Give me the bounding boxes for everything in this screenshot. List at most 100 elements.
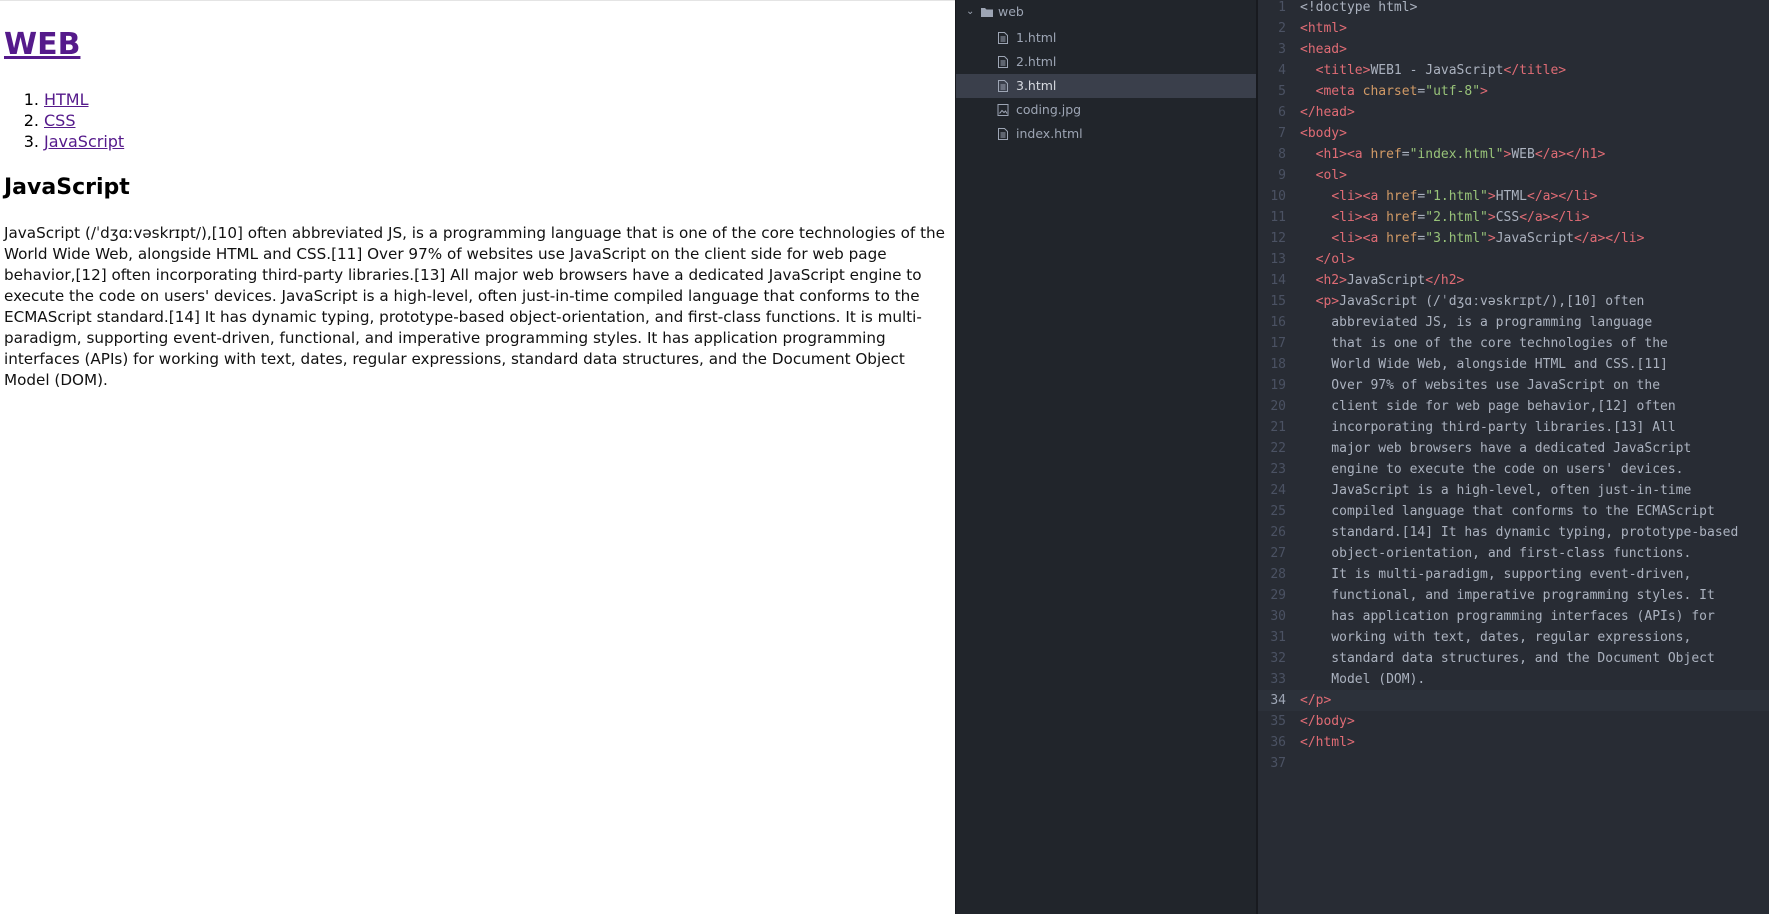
- tree-file-label: 2.html: [1016, 54, 1057, 69]
- line-number: 37: [1270, 756, 1286, 771]
- file-icon: [998, 56, 1008, 68]
- code-text: working with text, dates, regular expres…: [1300, 630, 1692, 645]
- code-line[interactable]: 28 It is multi-paradigm, supporting even…: [1258, 564, 1769, 585]
- line-number: 22: [1270, 441, 1286, 456]
- tree-file-label: index.html: [1016, 126, 1083, 141]
- code-line[interactable]: 19 Over 97% of websites use JavaScript o…: [1258, 375, 1769, 396]
- code-line[interactable]: 31 working with text, dates, regular exp…: [1258, 627, 1769, 648]
- line-number: 36: [1270, 735, 1286, 750]
- code-line[interactable]: 18 World Wide Web, alongside HTML and CS…: [1258, 354, 1769, 375]
- code-line[interactable]: 16 abbreviated JS, is a programming lang…: [1258, 312, 1769, 333]
- line-number: 1: [1278, 0, 1286, 15]
- tree-file-label: 3.html: [1016, 78, 1057, 93]
- code-line[interactable]: 37: [1258, 753, 1769, 774]
- code-editor[interactable]: 1 <!doctype html> 2 <html> 3 <head> 4 <title>W…: [1258, 0, 1769, 914]
- code-line[interactable]: 10 <li><a href="1.html">HTML</a></li>: [1258, 186, 1769, 207]
- tree-file-item[interactable]: 2.html: [956, 50, 1256, 74]
- code-text: </body>: [1300, 714, 1355, 729]
- line-number: 4: [1278, 63, 1286, 78]
- code-line[interactable]: 21 incorporating third-party libraries.[…: [1258, 417, 1769, 438]
- line-number: 26: [1270, 525, 1286, 540]
- code-line[interactable]: 20 client side for web page behavior,[12…: [1258, 396, 1769, 417]
- code-line[interactable]: 1 <!doctype html>: [1258, 0, 1769, 18]
- tree-file-item[interactable]: coding.jpg: [956, 98, 1256, 122]
- home-link[interactable]: WEB: [4, 27, 80, 62]
- code-line[interactable]: 32 standard data structures, and the Doc…: [1258, 648, 1769, 669]
- line-number: 29: [1270, 588, 1286, 603]
- line-number: 9: [1278, 168, 1286, 183]
- tree-file-item[interactable]: 3.html: [956, 74, 1256, 98]
- code-line[interactable]: 35 </body>: [1258, 711, 1769, 732]
- code-text: functional, and imperative programming s…: [1300, 588, 1715, 603]
- line-number: 17: [1270, 336, 1286, 351]
- code-line[interactable]: 34 </p>: [1258, 690, 1769, 711]
- nav-link-html[interactable]: HTML: [44, 90, 89, 109]
- list-number: 1.: [23, 90, 39, 109]
- code-line[interactable]: 15 <p>JavaScript (/ˈdʒɑːvəskrɪpt/),[10] …: [1258, 291, 1769, 312]
- code-text: <html>: [1300, 21, 1347, 36]
- code-line[interactable]: 11 <li><a href="2.html">CSS</a></li>: [1258, 207, 1769, 228]
- code-line[interactable]: 8 <h1><a href="index.html">WEB</a></h1>: [1258, 144, 1769, 165]
- code-text: Over 97% of websites use JavaScript on t…: [1300, 378, 1661, 393]
- line-number: 7: [1278, 126, 1286, 141]
- nav-item: 3. JavaScript: [22, 131, 124, 152]
- tree-file-item[interactable]: 1.html: [956, 26, 1256, 50]
- line-number: 31: [1270, 630, 1286, 645]
- code-line[interactable]: 7 <body>: [1258, 123, 1769, 144]
- code-line[interactable]: 29 functional, and imperative programmin…: [1258, 585, 1769, 606]
- code-line[interactable]: 23 engine to execute the code on users' …: [1258, 459, 1769, 480]
- section-title: JavaScript: [4, 175, 130, 200]
- line-number: 28: [1270, 567, 1286, 582]
- code-text: engine to execute the code on users' dev…: [1300, 462, 1684, 477]
- code-text: </ol>: [1315, 252, 1355, 267]
- code-line[interactable]: 30 has application programming interface…: [1258, 606, 1769, 627]
- line-number: 15: [1270, 294, 1286, 309]
- code-text: </html>: [1300, 735, 1355, 750]
- folder-icon: [981, 8, 993, 17]
- code-line[interactable]: 9 <ol>: [1258, 165, 1769, 186]
- code-line[interactable]: 6 </head>: [1258, 102, 1769, 123]
- line-number: 11: [1270, 210, 1286, 225]
- code-text: <h1><a href="index.html">WEB</a></h1>: [1315, 147, 1606, 162]
- line-number: 3: [1278, 42, 1286, 57]
- line-number: 35: [1270, 714, 1286, 729]
- line-number: 19: [1270, 378, 1286, 393]
- code-line[interactable]: 33 Model (DOM).: [1258, 669, 1769, 690]
- code-text: World Wide Web, alongside HTML and CSS.[…: [1300, 357, 1668, 372]
- file-icon: [998, 80, 1008, 92]
- code-text: that is one of the core technologies of …: [1300, 336, 1668, 351]
- code-line[interactable]: 36 </html>: [1258, 732, 1769, 753]
- code-line[interactable]: 13 </ol>: [1258, 249, 1769, 270]
- code-line[interactable]: 24 JavaScript is a high-level, often jus…: [1258, 480, 1769, 501]
- line-number: 27: [1270, 546, 1286, 561]
- code-line[interactable]: 2 <html>: [1258, 18, 1769, 39]
- code-text: <meta charset="utf-8">: [1315, 84, 1488, 99]
- code-line[interactable]: 5 <meta charset="utf-8">: [1258, 81, 1769, 102]
- line-number: 14: [1270, 273, 1286, 288]
- code-line[interactable]: 22 major web browsers have a dedicated J…: [1258, 438, 1769, 459]
- nav-link-javascript[interactable]: JavaScript: [44, 132, 124, 151]
- code-line[interactable]: 3 <head>: [1258, 39, 1769, 60]
- nav-link-css[interactable]: CSS: [44, 111, 75, 130]
- code-line[interactable]: 12 <li><a href="3.html">JavaScript</a></…: [1258, 228, 1769, 249]
- line-number: 33: [1270, 672, 1286, 687]
- list-number: 2.: [23, 111, 39, 130]
- code-text: major web browsers have a dedicated Java…: [1300, 441, 1692, 456]
- code-line[interactable]: 25 compiled language that conforms to th…: [1258, 501, 1769, 522]
- line-number: 13: [1270, 252, 1286, 267]
- code-text: <ol>: [1315, 168, 1347, 183]
- tree-file-item[interactable]: index.html: [956, 122, 1256, 146]
- code-line[interactable]: 26 standard.[14] It has dynamic typing, …: [1258, 522, 1769, 543]
- code-line[interactable]: 17 that is one of the core technologies …: [1258, 333, 1769, 354]
- code-line[interactable]: 4 <title>WEB1 - JavaScript</title>: [1258, 60, 1769, 81]
- file-icon: [998, 32, 1008, 44]
- line-number: 2: [1278, 21, 1286, 36]
- tree-folder-web[interactable]: ⌄ web: [956, 0, 1256, 24]
- code-text: </p>: [1300, 693, 1332, 708]
- line-number: 18: [1270, 357, 1286, 372]
- code-line[interactable]: 14 <h2>JavaScript</h2>: [1258, 270, 1769, 291]
- list-number: 3.: [23, 132, 39, 151]
- code-text: <h2>JavaScript</h2>: [1315, 273, 1465, 288]
- code-text: abbreviated JS, is a programming languag…: [1300, 315, 1653, 330]
- code-line[interactable]: 27 object-orientation, and first-class f…: [1258, 543, 1769, 564]
